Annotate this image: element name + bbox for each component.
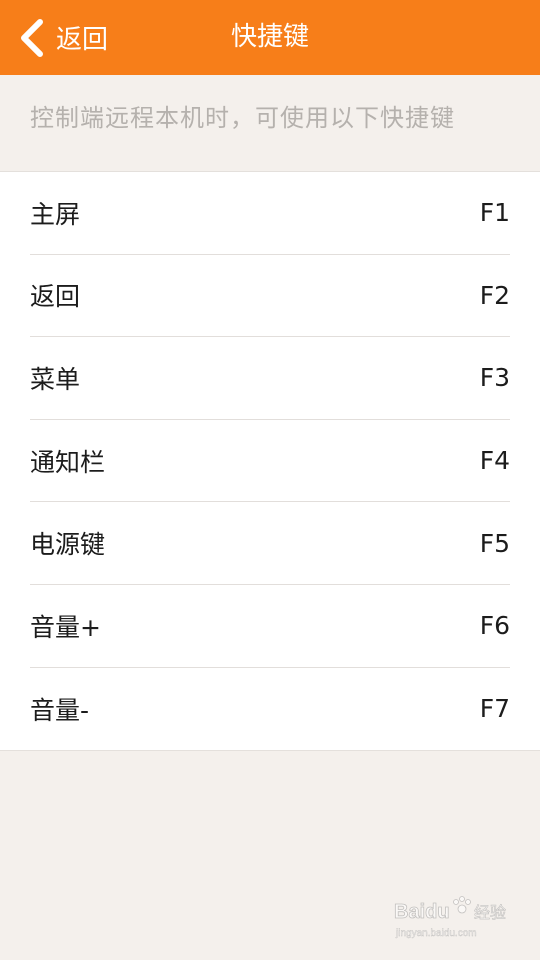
shortcut-label: 菜单 [30,364,81,394]
shortcut-item-volume-down[interactable]: 音量- F7 [30,668,510,751]
shortcut-item-back[interactable]: 返回 F2 [30,255,510,338]
shortcut-item-home[interactable]: 主屏 F1 [30,172,510,255]
watermark-url: jingyan.baidu.com [395,928,477,939]
shortcut-label: 主屏 [30,199,81,229]
header-bar: 返回 快捷键 [0,0,540,75]
shortcut-key: F7 [479,694,510,724]
shortcut-item-volume-up[interactable]: 音量+ F6 [30,585,510,668]
shortcut-key: F4 [479,446,510,476]
baidu-logo-icon: Baidu 经验 jingyan.baidu.com [394,896,506,939]
watermark-brand: Baidu [394,901,450,923]
shortcut-key: F1 [479,198,510,228]
shortcut-label: 音量+ [30,612,101,642]
shortcut-item-notification[interactable]: 通知栏 F4 [30,420,510,503]
shortcut-key: F2 [479,280,510,310]
shortcut-key: F3 [479,363,510,393]
description-text: 控制端远程本机时，可使用以下快捷键 [30,104,455,132]
watermark-subtitle: 经验 [474,903,506,922]
shortcut-item-power[interactable]: 电源键 F5 [30,502,510,585]
shortcut-label: 音量- [30,695,90,725]
chevron-left-icon [21,18,43,57]
shortcut-label: 通知栏 [30,447,106,477]
shortcut-list: 主屏 F1 返回 F2 菜单 F3 通知栏 F4 电源键 F5 音量+ F6 音… [0,171,540,751]
back-label: 返回 [56,25,109,55]
shortcut-item-menu[interactable]: 菜单 F3 [30,337,510,420]
shortcut-key: F5 [479,528,510,558]
shortcut-label: 电源键 [30,530,106,560]
shortcut-key: F6 [479,611,510,641]
back-button[interactable]: 返回 [18,0,108,75]
baidu-jingyan-watermark: Baidu 经验 jingyan.baidu.com [394,894,514,944]
shortcut-label: 返回 [30,282,81,312]
